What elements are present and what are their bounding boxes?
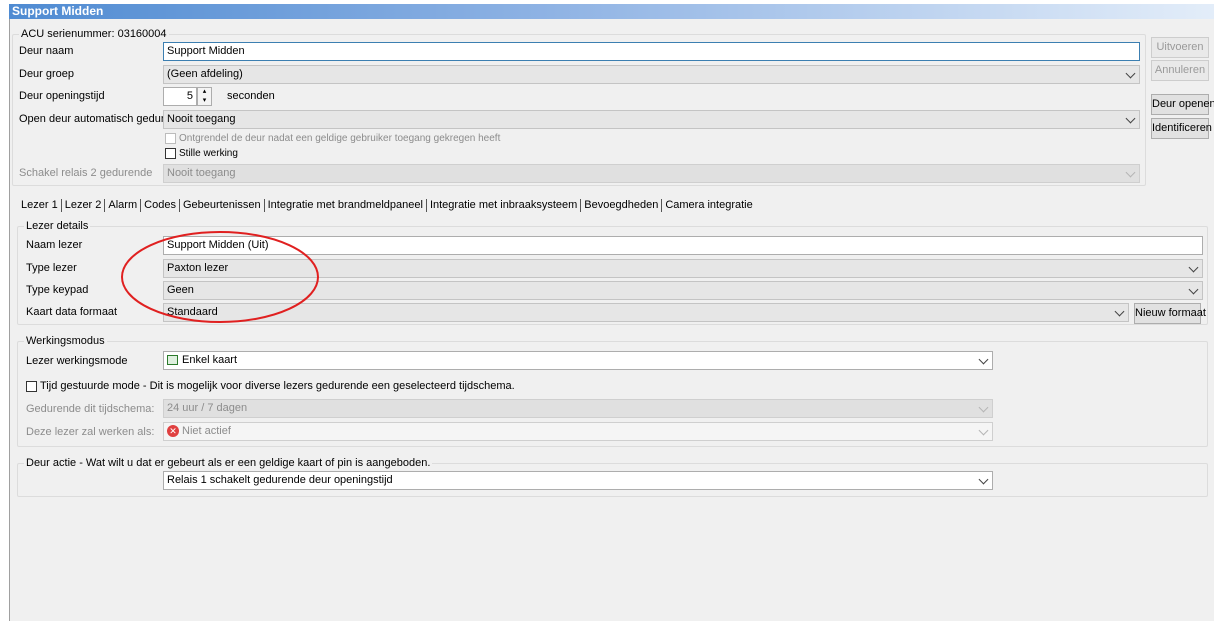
- card-format-label: Kaart data formaat: [26, 306, 118, 318]
- tab-permissions[interactable]: Bevoegdheden: [581, 199, 663, 212]
- not-active-icon: ✕: [167, 425, 179, 437]
- door-name-label: Deur naam: [19, 45, 74, 57]
- unlock-after-checkbox[interactable]: [165, 133, 176, 144]
- identify-button[interactable]: Identificeren: [1151, 118, 1212, 139]
- door-action-value: Relais 1 schakelt gedurende deur opening…: [167, 474, 393, 486]
- spin-up-icon[interactable]: ▴: [198, 88, 211, 97]
- new-format-button[interactable]: Nieuw formaat: [1134, 303, 1206, 324]
- cancel-button-label: Annuleren: [1154, 64, 1206, 76]
- chevron-down-icon: [978, 402, 989, 413]
- tab-alarm[interactable]: Alarm: [105, 199, 142, 212]
- relay2-label: Schakel relais 2 gedurende: [19, 167, 153, 179]
- window-title-bar: Support Midden: [9, 4, 1214, 19]
- window-title: Support Midden: [12, 4, 104, 18]
- reader-mode-select[interactable]: Enkel kaart: [163, 351, 993, 370]
- chevron-down-icon: [978, 474, 989, 485]
- reader-details-legend: Lezer details: [24, 220, 91, 232]
- spin-down-icon[interactable]: ▾: [198, 97, 211, 106]
- schedule-value: 24 uur / 7 dagen: [167, 402, 248, 414]
- cancel-button[interactable]: Annuleren: [1151, 60, 1209, 81]
- serial-number-label: ACU serienummer: 03160004: [19, 28, 169, 40]
- chevron-down-icon: [1114, 306, 1125, 317]
- execute-button[interactable]: Uitvoeren: [1151, 37, 1209, 58]
- reader-mode-label: Lezer werkingsmode: [26, 355, 128, 367]
- door-open-time-value: 5: [186, 90, 193, 102]
- reader-name-label: Naam lezer: [26, 239, 83, 251]
- keypad-type-label: Type keypad: [26, 284, 89, 296]
- tab-events[interactable]: Gebeurtenissen: [180, 199, 265, 212]
- chevron-down-icon: [978, 425, 989, 436]
- door-open-time-spinner[interactable]: ▴ ▾: [197, 87, 212, 106]
- chevron-down-icon: [1188, 262, 1199, 273]
- schedule-label: Gedurende dit tijdschema:: [26, 403, 155, 415]
- reader-type-label: Type lezer: [26, 262, 77, 274]
- tab-lezer-2[interactable]: Lezer 2: [62, 199, 106, 212]
- tab-codes[interactable]: Codes: [141, 199, 180, 212]
- tab-intruder-system[interactable]: Integratie met inbraaksysteem: [427, 199, 582, 212]
- door-open-time-unit: seconden: [227, 90, 275, 102]
- tab-lezer-1[interactable]: Lezer 1: [18, 199, 62, 212]
- auto-open-value: Nooit toegang: [167, 113, 236, 125]
- timed-mode-label: Tijd gestuurde mode - Dit is mogelijk vo…: [40, 380, 515, 392]
- tab-fire-panel[interactable]: Integratie met brandmeldpaneel: [265, 199, 427, 212]
- card-icon: [167, 355, 178, 365]
- chevron-down-icon: [1188, 284, 1199, 295]
- chevron-down-icon: [1125, 68, 1136, 79]
- silent-operation-label: Stille werking: [179, 148, 238, 159]
- execute-button-label: Uitvoeren: [1156, 41, 1204, 53]
- identify-button-label: Identificeren: [1152, 122, 1212, 134]
- door-open-time-label: Deur openingstijd: [19, 90, 105, 102]
- door-action-legend: Deur actie - Wat wilt u dat er gebeurt a…: [24, 457, 433, 469]
- working-mode-legend: Werkingsmodus: [24, 335, 107, 347]
- door-open-time-input[interactable]: 5: [163, 87, 197, 106]
- door-group-label: Deur groep: [19, 68, 75, 80]
- new-format-button-label: Nieuw formaat: [1135, 307, 1206, 319]
- act-as-label: Deze lezer zal werken als:: [26, 426, 155, 438]
- relay2-select[interactable]: Nooit toegang: [163, 164, 1140, 183]
- door-name-value: Support Midden: [167, 45, 245, 57]
- act-as-select[interactable]: ✕ Niet actief: [163, 422, 993, 441]
- unlock-after-label: Ontgrendel de deur nadat een geldige geb…: [179, 133, 501, 144]
- door-group-select[interactable]: (Geen afdeling): [163, 65, 1140, 84]
- door-group-value: (Geen afdeling): [167, 68, 243, 80]
- chevron-down-icon: [1125, 167, 1136, 178]
- timed-mode-checkbox[interactable]: [26, 381, 37, 392]
- chevron-down-icon: [978, 354, 989, 365]
- tab-camera[interactable]: Camera integratie: [662, 199, 755, 212]
- door-name-input[interactable]: Support Midden: [163, 42, 1140, 61]
- door-action-select[interactable]: Relais 1 schakelt gedurende deur opening…: [163, 471, 993, 490]
- annotation-ellipse-shape: [121, 231, 319, 323]
- silent-operation-checkbox[interactable]: [165, 148, 176, 159]
- auto-open-select[interactable]: Nooit toegang: [163, 110, 1140, 129]
- schedule-select[interactable]: 24 uur / 7 dagen: [163, 399, 993, 418]
- reader-tab-strip: Lezer 1 Lezer 2 Alarm Codes Gebeurtenissen In…: [18, 199, 756, 213]
- annotation-ellipse: [121, 231, 319, 323]
- relay2-value: Nooit toegang: [167, 167, 236, 179]
- open-door-button[interactable]: Deur openen: [1151, 94, 1214, 115]
- open-door-button-label: Deur openen: [1152, 98, 1214, 110]
- chevron-down-icon: [1125, 113, 1136, 124]
